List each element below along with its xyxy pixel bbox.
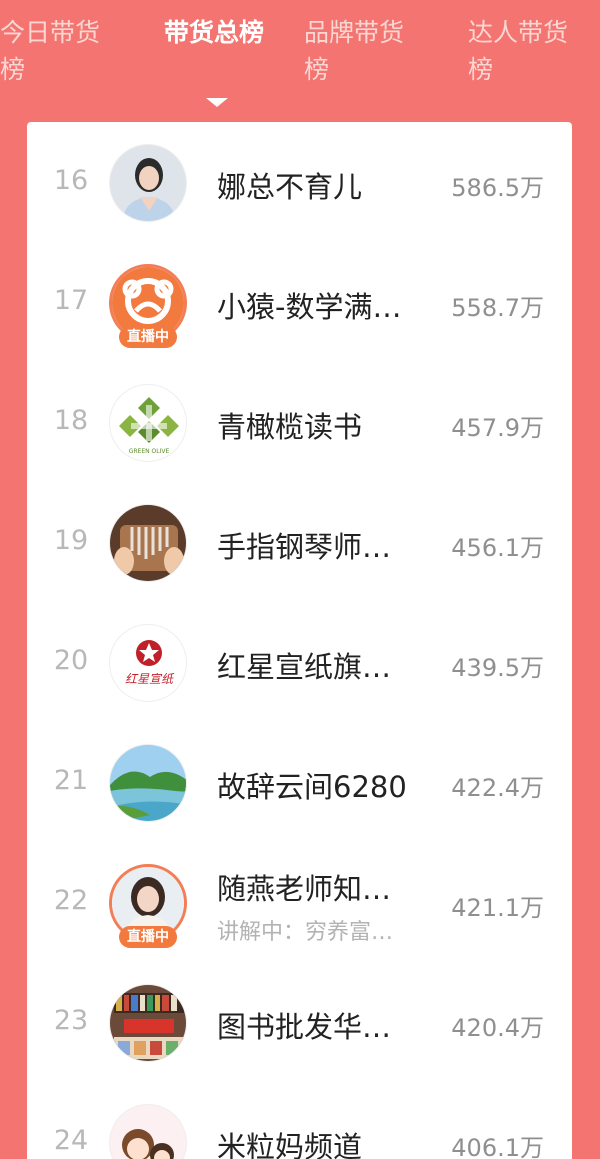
tab-today-sales[interactable]: 今日带货榜 — [0, 14, 120, 88]
ranking-row[interactable]: 20 红星宣纸 红星宣纸旗… 439.5万 — [27, 602, 572, 722]
ranking-list: 16 娜总不育儿 586.5万 17 直播中 小猿-数学满… 558.7万 18… — [27, 122, 572, 1159]
woman-portrait-avatar[interactable] — [109, 144, 187, 222]
red-star-logo-text: 红星宣纸 — [125, 672, 175, 686]
rank-number: 18 — [53, 405, 89, 436]
ranking-row[interactable]: 17 直播中 小猿-数学满… 558.7万 — [27, 242, 572, 362]
sales-value: 558.7万 — [451, 294, 544, 322]
sales-value: 420.4万 — [451, 1014, 544, 1042]
red-star-logo-avatar[interactable]: 红星宣纸 — [109, 624, 187, 702]
sales-value: 422.4万 — [451, 774, 544, 802]
rank-number: 22 — [53, 885, 89, 916]
tab-influencer-sales[interactable]: 达人带货榜 — [468, 14, 588, 88]
ranking-page: 今日带货榜 带货总榜 品牌带货榜 达人带货榜 16 娜总不育儿 586.5万 1… — [0, 0, 600, 1159]
olive-logo-text: GREEN OLIVE — [129, 448, 170, 455]
tab-total-sales[interactable]: 带货总榜 — [164, 14, 284, 51]
ranking-row[interactable]: 18 GREEN OLIVE 青橄榄读书 457.9万 — [27, 362, 572, 482]
ranking-row[interactable]: 16 娜总不育儿 586.5万 — [27, 122, 572, 242]
streamer-name: 小猿-数学满… — [217, 290, 402, 324]
rank-number: 19 — [53, 525, 89, 556]
green-olive-logo-avatar[interactable]: GREEN OLIVE — [109, 384, 187, 462]
explaining-product-text: 讲解中：穷养富… — [217, 920, 394, 945]
rank-number: 23 — [53, 1005, 89, 1036]
live-badge: 直播中 — [119, 326, 177, 348]
sales-value: 439.5万 — [451, 654, 544, 682]
ranking-row[interactable]: 21 故辞云间6280 422.4万 — [27, 722, 572, 842]
sales-value: 457.9万 — [451, 414, 544, 442]
streamer-name: 红星宣纸旗… — [217, 650, 392, 684]
rank-number: 20 — [53, 645, 89, 676]
tab-bar: 今日带货榜 带货总榜 品牌带货榜 达人带货榜 — [0, 0, 600, 122]
ranking-row[interactable]: 22 直播中 随燕老师知… 讲解中：穷养富… 421.1万 — [27, 842, 572, 962]
streamer-name: 手指钢琴师… — [217, 530, 392, 564]
rank-number: 24 — [53, 1125, 89, 1156]
tab-brand-sales[interactable]: 品牌带货榜 — [304, 14, 424, 88]
live-badge: 直播中 — [119, 926, 177, 948]
ranking-row[interactable]: 19 手指钢琴师… 456.1万 — [27, 482, 572, 602]
streamer-name: 青橄榄读书 — [217, 410, 363, 444]
rank-number: 21 — [53, 765, 89, 796]
kalimba-avatar[interactable] — [109, 504, 187, 582]
ranking-row[interactable]: 24 米粒妈频道 406.1万 — [27, 1082, 572, 1159]
ranking-row[interactable]: 23 图书批发华… 420.4万 — [27, 962, 572, 1082]
landscape-avatar[interactable] — [109, 744, 187, 822]
cartoon-family-avatar[interactable] — [109, 1104, 187, 1159]
streamer-name: 娜总不育儿 — [217, 170, 363, 204]
sales-value: 586.5万 — [451, 174, 544, 202]
streamer-name: 图书批发华… — [217, 1010, 392, 1044]
streamer-name: 随燕老师知… — [217, 872, 392, 906]
sales-value: 421.1万 — [451, 894, 544, 922]
sales-value: 406.1万 — [451, 1134, 544, 1159]
streamer-name: 米粒妈频道 — [217, 1130, 363, 1159]
rank-number: 17 — [53, 285, 89, 316]
sales-value: 456.1万 — [451, 534, 544, 562]
bookstore-avatar[interactable] — [109, 984, 187, 1062]
streamer-name: 故辞云间6280 — [217, 770, 407, 804]
active-tab-indicator-icon — [206, 98, 228, 107]
rank-number: 16 — [53, 165, 89, 196]
